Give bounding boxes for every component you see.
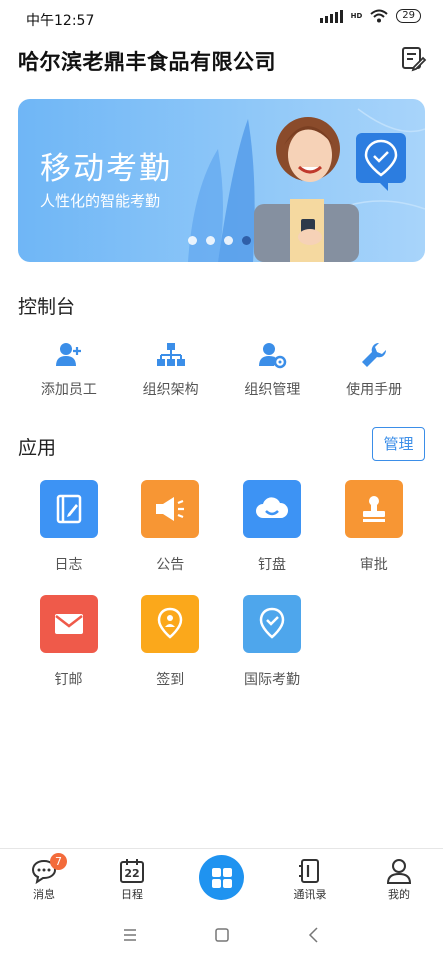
- console-item-label: 添加员工: [40, 382, 97, 398]
- bottom-tab-bar: 7 消息 22 日程 通讯录 我的: [0, 848, 443, 910]
- console-item-org-management[interactable]: 组织管理: [222, 340, 324, 410]
- notebook-icon: [39, 480, 98, 538]
- console-item-label: 组织管理: [244, 382, 301, 398]
- app-label: 钉盘: [258, 557, 286, 573]
- tab-messages[interactable]: 7 消息: [0, 849, 88, 911]
- banner-dot[interactable]: [206, 236, 215, 245]
- app-announcement[interactable]: 公告: [120, 480, 221, 574]
- calendar-icon: 22: [118, 857, 146, 885]
- home-icon[interactable]: [210, 924, 234, 946]
- manage-button[interactable]: 管理: [372, 427, 425, 461]
- app-label: 签到: [156, 672, 185, 688]
- app-approval[interactable]: 审批: [323, 480, 424, 574]
- status-bar: 中午12:57 HD 29: [0, 0, 443, 36]
- console-item-org-structure[interactable]: 组织架构: [120, 340, 222, 410]
- app-label: 审批: [359, 557, 388, 573]
- tab-profile[interactable]: 我的: [355, 849, 443, 911]
- app-intl-attendance[interactable]: 国际考勤: [222, 595, 323, 689]
- promo-banner[interactable]: 移动考勤 人性化的智能考勤: [18, 99, 425, 262]
- user-settings-icon: [259, 343, 287, 369]
- grid-icon: [211, 867, 232, 888]
- console-item-user-manual[interactable]: 使用手册: [323, 340, 425, 410]
- edit-list-icon[interactable]: [399, 44, 427, 72]
- calendar-day: 22: [124, 867, 140, 880]
- wifi-icon: [370, 9, 388, 23]
- wrench-icon: [362, 342, 387, 367]
- console-item-label: 组织架构: [142, 382, 199, 398]
- signal-icon: [319, 9, 343, 23]
- unread-badge: 7: [50, 853, 67, 870]
- status-time: 中午12:57: [26, 13, 95, 29]
- org-chart-icon: [156, 343, 185, 366]
- check-pin-icon: [243, 595, 301, 653]
- tab-calendar[interactable]: 22 日程: [88, 849, 176, 911]
- battery-icon: 29: [396, 9, 421, 23]
- contacts-icon: [299, 859, 319, 883]
- profile-icon: [386, 859, 412, 884]
- app-drive[interactable]: 钉盘: [222, 480, 323, 574]
- console-grid: 添加员工 组织架构 组织管理 使用手册: [18, 340, 425, 410]
- mail-icon: [39, 595, 98, 653]
- back-icon[interactable]: [302, 924, 326, 946]
- banner-title: 移动考勤: [40, 151, 172, 187]
- tab-label: 通讯录: [293, 888, 327, 901]
- menu-icon[interactable]: [118, 924, 142, 946]
- workbench-button[interactable]: [199, 855, 244, 900]
- system-nav-bar: [0, 910, 443, 960]
- cloud-icon: [243, 480, 301, 538]
- network-type-label: HD: [350, 12, 363, 20]
- app-label: 公告: [156, 557, 185, 573]
- console-item-add-employee[interactable]: 添加员工: [18, 340, 120, 410]
- tab-label: 我的: [388, 888, 410, 901]
- banner-dot[interactable]: [224, 236, 233, 245]
- banner-pagination[interactable]: [188, 236, 251, 245]
- app-header: 哈尔滨老鼎丰食品有限公司: [0, 40, 443, 80]
- app-mail[interactable]: 钉邮: [18, 595, 119, 689]
- console-title: 控制台: [18, 296, 76, 318]
- banner-subtitle: 人性化的智能考勤: [40, 192, 161, 210]
- add-user-icon: [55, 343, 81, 366]
- app-log[interactable]: 日志: [18, 480, 119, 574]
- app-label: 日志: [54, 557, 83, 573]
- tab-contacts[interactable]: 通讯录: [266, 849, 354, 911]
- megaphone-icon: [141, 480, 200, 538]
- banner-dot[interactable]: [188, 236, 197, 245]
- app-label: 钉邮: [54, 672, 83, 688]
- console-item-label: 使用手册: [346, 382, 403, 398]
- page-title: 哈尔滨老鼎丰食品有限公司: [18, 50, 276, 74]
- apps-title: 应用: [18, 437, 57, 459]
- tab-label: 日程: [121, 888, 143, 901]
- status-icons: HD 29: [319, 9, 421, 23]
- location-pin-icon: [141, 595, 200, 653]
- banner-dot-active[interactable]: [242, 236, 251, 245]
- app-checkin[interactable]: 签到: [120, 595, 221, 689]
- stamp-icon: [344, 480, 403, 538]
- tab-label: 消息: [33, 888, 55, 901]
- app-label: 国际考勤: [244, 672, 300, 688]
